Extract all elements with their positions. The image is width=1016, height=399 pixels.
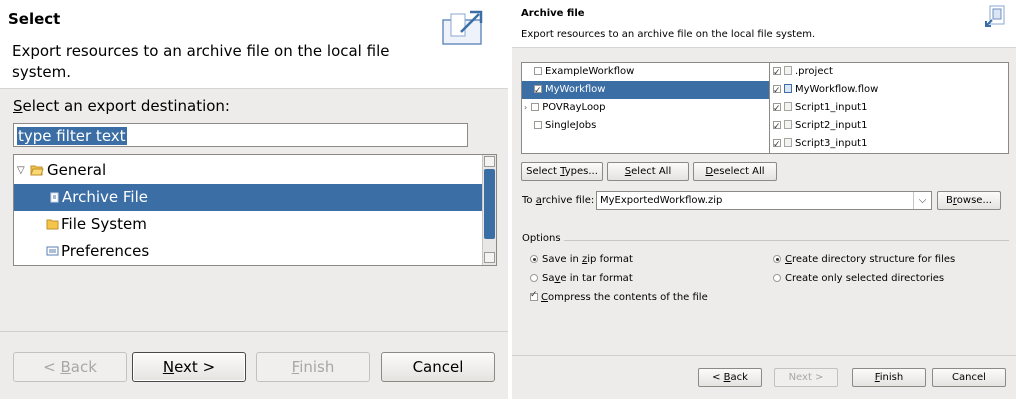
checkbox[interactable]	[773, 100, 781, 118]
expand-arrow-icon[interactable]: ▽	[17, 157, 25, 184]
page-title: Select	[8, 10, 61, 28]
export-wizard-icon	[442, 10, 483, 45]
browse-button[interactable]: Browse...	[937, 191, 1001, 210]
project-item-exampleworkflow[interactable]: ExampleWorkflow	[522, 63, 770, 81]
tree-item-general[interactable]: ▽ General	[14, 157, 484, 184]
file-icon	[784, 138, 792, 147]
dialog-body: Select an export destination: type filte…	[0, 88, 508, 399]
dialog-header: Archive file Export resources to an arch…	[512, 0, 1016, 48]
file-list[interactable]: .project MyWorkflow.flow Script1_input1 …	[769, 62, 1009, 154]
checkbox[interactable]	[534, 67, 542, 75]
checkbox[interactable]	[531, 103, 540, 111]
finish-button[interactable]: Finish	[256, 352, 370, 382]
compress-checkbox[interactable]: Compress the contents of the file	[530, 290, 708, 303]
button-separator	[512, 355, 1016, 356]
create-only-selected-radio[interactable]: Create only selected directories	[773, 273, 944, 284]
filter-input[interactable]: type filter text	[13, 123, 468, 147]
archive-file-dialog: Archive file Export resources to an arch…	[512, 0, 1016, 399]
project-item-singlejobs[interactable]: SingleJobs	[522, 117, 770, 135]
radio-icon[interactable]	[773, 274, 781, 282]
preferences-icon	[46, 246, 59, 256]
folder-icon	[46, 219, 59, 230]
options-label: Options	[522, 233, 564, 244]
select-all-button[interactable]: Select All	[607, 162, 689, 181]
archive-file-icon	[50, 192, 59, 203]
folder-open-icon	[30, 165, 44, 176]
create-dir-structure-radio[interactable]: Create directory structure for files	[773, 254, 955, 265]
back-button[interactable]: < Back	[698, 368, 762, 387]
scroll-up-icon[interactable]	[484, 156, 495, 167]
radio-icon[interactable]	[773, 255, 781, 263]
back-button[interactable]: < Back	[13, 352, 127, 382]
tree-item-preferences[interactable]: Preferences	[14, 238, 484, 265]
checkbox[interactable]	[530, 290, 538, 301]
select-types-button[interactable]: Select Types...	[521, 162, 603, 181]
archive-wizard-icon	[985, 5, 1005, 27]
cancel-button[interactable]: Cancel	[381, 352, 495, 382]
project-list[interactable]: ExampleWorkflow MyWorkflow ›POVRayLoop S…	[521, 62, 771, 154]
file-item[interactable]: MyWorkflow.flow	[770, 81, 878, 100]
checkbox[interactable]	[534, 121, 542, 129]
radio-icon[interactable]	[530, 255, 538, 263]
file-item[interactable]: Script1_input1	[770, 99, 867, 118]
tar-format-radio[interactable]: Save in tar format	[530, 273, 633, 284]
file-icon	[784, 102, 792, 111]
options-group: Options Save in zip format Save in tar f…	[522, 233, 1009, 312]
radio-icon[interactable]	[530, 274, 538, 282]
dialog-header: Select Export resources to an archive fi…	[0, 0, 508, 88]
file-icon	[784, 66, 792, 75]
page-title: Archive file	[521, 8, 585, 19]
deselect-all-button[interactable]: Deselect All	[693, 162, 777, 181]
scroll-down-icon[interactable]	[484, 252, 495, 263]
file-item[interactable]: .project	[770, 63, 833, 82]
archive-file-value: MyExportedWorkflow.zip	[600, 195, 723, 206]
checkbox[interactable]	[773, 136, 781, 153]
next-button[interactable]: Next >	[774, 368, 838, 387]
archive-file-label: To archive file:	[522, 195, 595, 206]
chevron-down-icon[interactable]: ⌵	[913, 192, 931, 209]
destination-tree[interactable]: ▽ General Archive File File System Prefe…	[13, 154, 497, 266]
page-description: Export resources to an archive file on t…	[521, 29, 816, 40]
tree-scrollbar[interactable]	[482, 155, 496, 265]
checkbox[interactable]	[773, 118, 781, 136]
tree-item-file-system[interactable]: File System	[14, 211, 484, 238]
page-description: Export resources to an archive file on t…	[12, 42, 390, 81]
file-item[interactable]: Script3_input1	[770, 135, 867, 153]
next-button[interactable]: Next >	[132, 352, 246, 382]
finish-button[interactable]: Finish	[852, 368, 926, 387]
archive-file-combo[interactable]: MyExportedWorkflow.zip ⌵	[596, 191, 932, 210]
flow-file-icon	[784, 84, 792, 93]
select-dialog: Select Export resources to an archive fi…	[0, 0, 508, 399]
file-icon	[784, 120, 792, 129]
checkbox[interactable]	[534, 82, 542, 100]
filter-text: type filter text	[17, 127, 127, 145]
project-item-povrayloop[interactable]: › POVRayLoop	[522, 99, 770, 117]
button-separator	[0, 331, 508, 332]
destination-label: Select an export destination:	[13, 97, 230, 115]
expand-arrow-icon[interactable]: ›	[524, 103, 527, 112]
zip-format-radio[interactable]: Save in zip format	[530, 254, 633, 265]
cancel-button[interactable]: Cancel	[932, 368, 1006, 387]
scrollbar-thumb[interactable]	[484, 169, 495, 239]
file-item[interactable]: Script2_input1	[770, 117, 867, 136]
checkbox[interactable]	[773, 64, 781, 82]
project-item-myworkflow[interactable]: MyWorkflow	[522, 81, 770, 100]
tree-item-archive-file[interactable]: Archive File	[14, 184, 484, 211]
checkbox[interactable]	[773, 82, 781, 100]
